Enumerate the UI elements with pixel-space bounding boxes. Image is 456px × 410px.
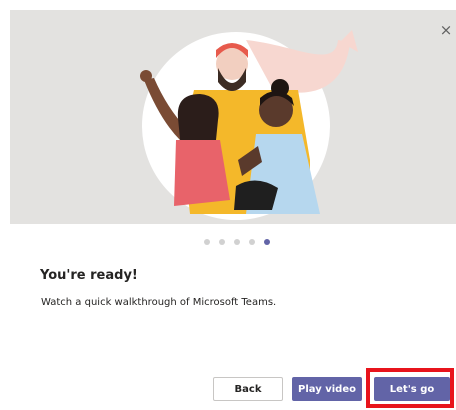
- carousel-dot-1[interactable]: [204, 239, 210, 245]
- lets-go-button[interactable]: Let's go: [374, 377, 450, 401]
- carousel-dot-3[interactable]: [234, 239, 240, 245]
- carousel-dot-4[interactable]: [249, 239, 255, 245]
- close-icon[interactable]: ×: [438, 22, 454, 38]
- carousel-dot-5-active[interactable]: [264, 239, 270, 245]
- dialog-title: You're ready!: [40, 268, 138, 283]
- carousel-dot-2[interactable]: [219, 239, 225, 245]
- hero-illustration-panel: [10, 10, 456, 224]
- back-button[interactable]: Back: [213, 377, 283, 401]
- team-illustration: [140, 30, 358, 220]
- dialog-subtitle: Watch a quick walkthrough of Microsoft T…: [41, 297, 277, 308]
- play-video-button[interactable]: Play video: [292, 377, 362, 401]
